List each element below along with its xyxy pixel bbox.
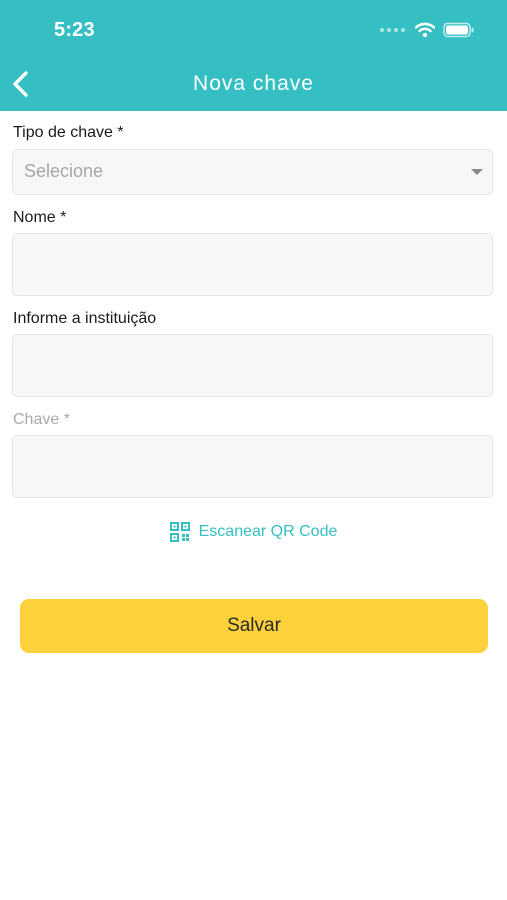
instituicao-label: Informe a instituição [13,310,157,327]
page-title: Nova chave [193,72,314,95]
nome-input[interactable] [12,233,493,296]
scan-qr-code-link[interactable]: Escanear QR Code [0,522,507,542]
tipo-chave-label: Tipo de chave * [13,124,124,141]
signal-icon [380,28,405,32]
qr-code-icon [169,522,190,542]
instituicao-input[interactable] [12,334,493,397]
status-icons [380,22,475,38]
app-header: 5:23 Nova chave [0,0,507,111]
chave-input[interactable] [12,435,493,498]
caret-down-icon [471,169,483,175]
status-time: 5:23 [54,19,95,41]
tipo-chave-select[interactable]: Selecione [12,149,493,195]
save-button[interactable]: Salvar [20,599,488,653]
scan-qr-code-label: Escanear QR Code [198,523,338,540]
battery-icon [443,22,474,38]
tipo-chave-selected-value: Selecione [24,161,104,181]
nome-label: Nome * [13,209,67,226]
chave-label: Chave * [13,411,70,428]
wifi-icon [415,22,435,38]
